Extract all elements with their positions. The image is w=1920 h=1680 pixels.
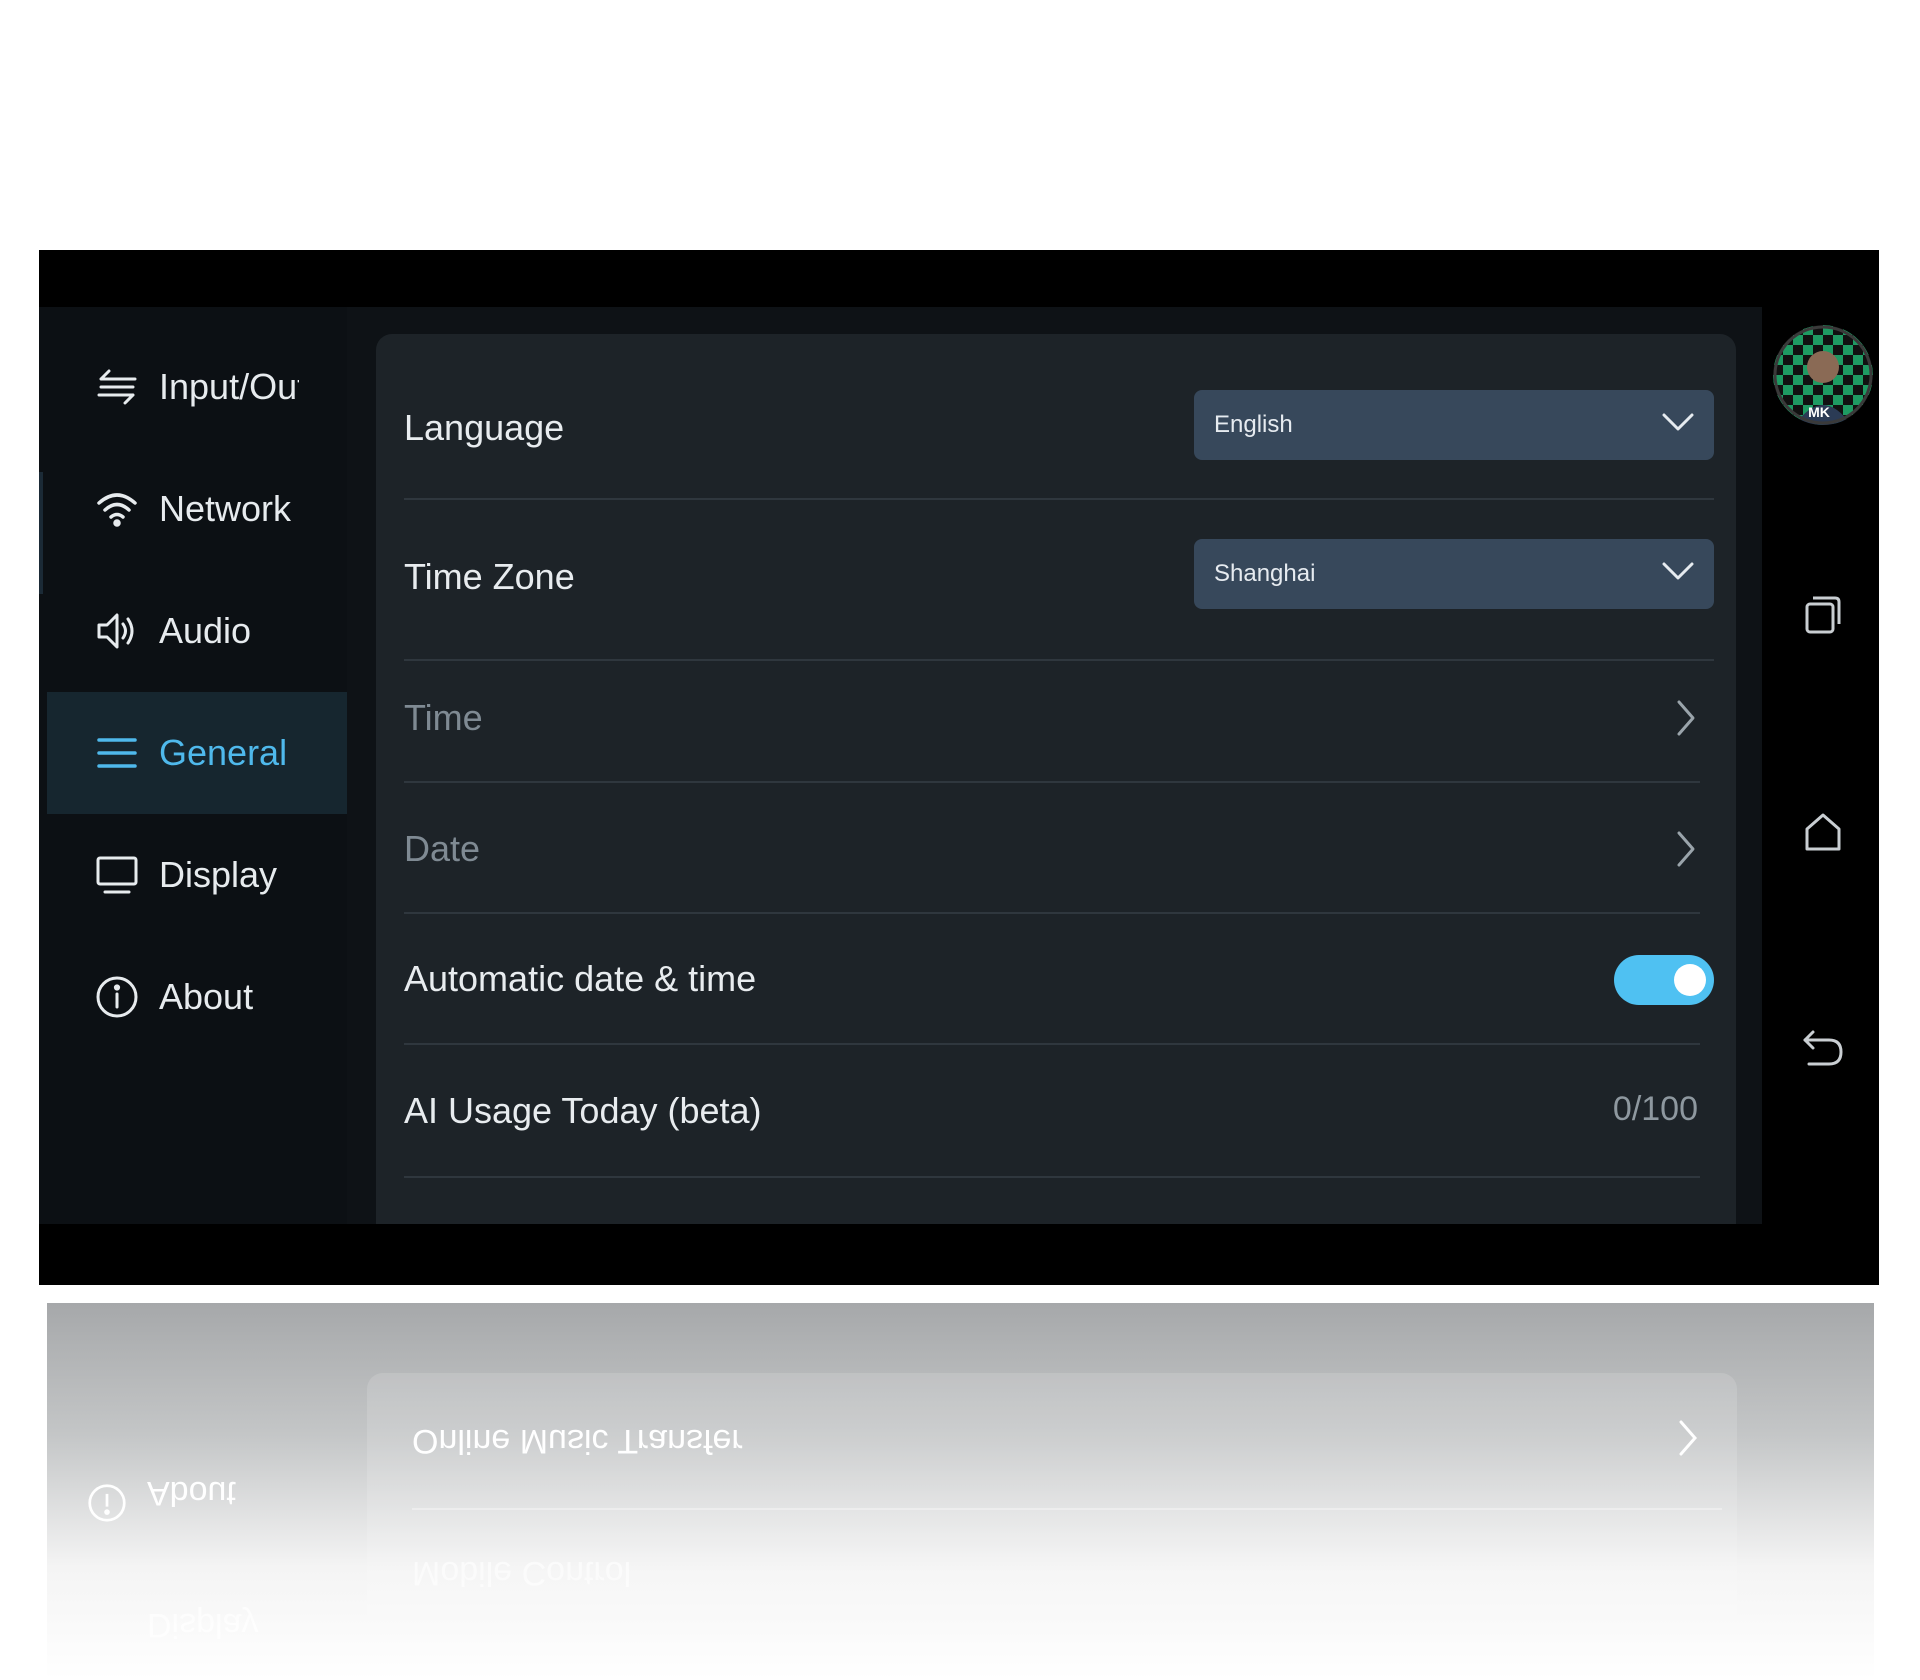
recent-apps-icon[interactable]: [1799, 590, 1847, 638]
divider: [404, 498, 1714, 500]
language-label: Language: [404, 407, 565, 448]
timezone-dropdown[interactable]: Shanghai: [1194, 539, 1714, 609]
reflection-text: Display: [147, 1606, 259, 1644]
input-output-icon: [95, 365, 139, 409]
sidebar-item-label: About: [159, 976, 254, 1017]
time-label: Time: [404, 697, 483, 738]
screen-reflection: Online Music Transfer Mobile Control Abo…: [47, 1303, 1874, 1680]
reflection-divider: [412, 1508, 1722, 1510]
reflection-text: Online Music Transfer: [412, 1422, 743, 1460]
chevron-down-icon: [1662, 411, 1694, 439]
divider: [404, 1043, 1700, 1045]
sidebar-item-network[interactable]: Network: [47, 448, 347, 570]
system-nav-bar: [1762, 307, 1879, 1224]
reflection-panel: [367, 1373, 1737, 1680]
sidebar-item-label: Display: [159, 854, 278, 895]
divider: [404, 912, 1700, 914]
home-icon[interactable]: [1799, 807, 1847, 855]
reflection-info-icon: [88, 1484, 126, 1522]
time-chevron-right-icon[interactable]: [1670, 698, 1700, 738]
timezone-label: Time Zone: [404, 556, 575, 597]
divider: [404, 781, 1700, 783]
toggle-knob: [1674, 964, 1706, 996]
sidebar-item-label: Network: [159, 488, 292, 529]
general-settings-panel: Language English Time Zone Shanghai Time: [376, 334, 1736, 1224]
language-dropdown[interactable]: English: [1194, 390, 1714, 460]
back-icon[interactable]: [1799, 1026, 1847, 1074]
sidebar-item-label: Input/Output: [159, 366, 299, 407]
auto-datetime-toggle[interactable]: [1614, 955, 1714, 1005]
chevron-down-icon: [1662, 560, 1694, 588]
sidebar: Input/Output Network: [39, 307, 347, 1224]
sidebar-item-label: General: [159, 732, 288, 773]
monitor-icon: [95, 853, 139, 897]
auto-datetime-label: Automatic date & time: [404, 958, 757, 999]
avatar[interactable]: MK: [1773, 325, 1873, 425]
device-frame: Input/Output Network: [39, 250, 1879, 1285]
menu-icon: [95, 731, 139, 775]
avatar-initials: MK: [1808, 404, 1830, 420]
language-value: English: [1214, 411, 1293, 438]
speaker-icon: [95, 609, 139, 653]
sidebar-item-input-output[interactable]: Input/Output: [47, 326, 347, 448]
sidebar-item-label: Audio: [159, 610, 252, 651]
ai-usage-value: 0/100: [1612, 1090, 1698, 1128]
sidebar-scroll-indicator: [39, 472, 43, 594]
reflection-text: About: [147, 1474, 236, 1512]
date-chevron-right-icon[interactable]: [1670, 829, 1700, 869]
divider: [404, 1176, 1700, 1178]
info-icon: [95, 975, 139, 1019]
reflection-chevron-right-icon: [1679, 1420, 1697, 1456]
sidebar-item-about[interactable]: About: [47, 936, 347, 1058]
date-label: Date: [404, 828, 481, 869]
sidebar-item-audio[interactable]: Audio: [47, 570, 347, 692]
wifi-icon: [95, 487, 139, 531]
ai-usage-label: AI Usage Today (beta): [404, 1090, 762, 1131]
reflection-text: Mobile Control: [412, 1554, 632, 1592]
sidebar-item-display[interactable]: Display: [47, 814, 347, 936]
settings-screen: Input/Output Network: [39, 307, 1762, 1224]
sidebar-item-general[interactable]: General: [47, 692, 347, 814]
timezone-value: Shanghai: [1214, 560, 1316, 587]
divider: [404, 659, 1714, 661]
